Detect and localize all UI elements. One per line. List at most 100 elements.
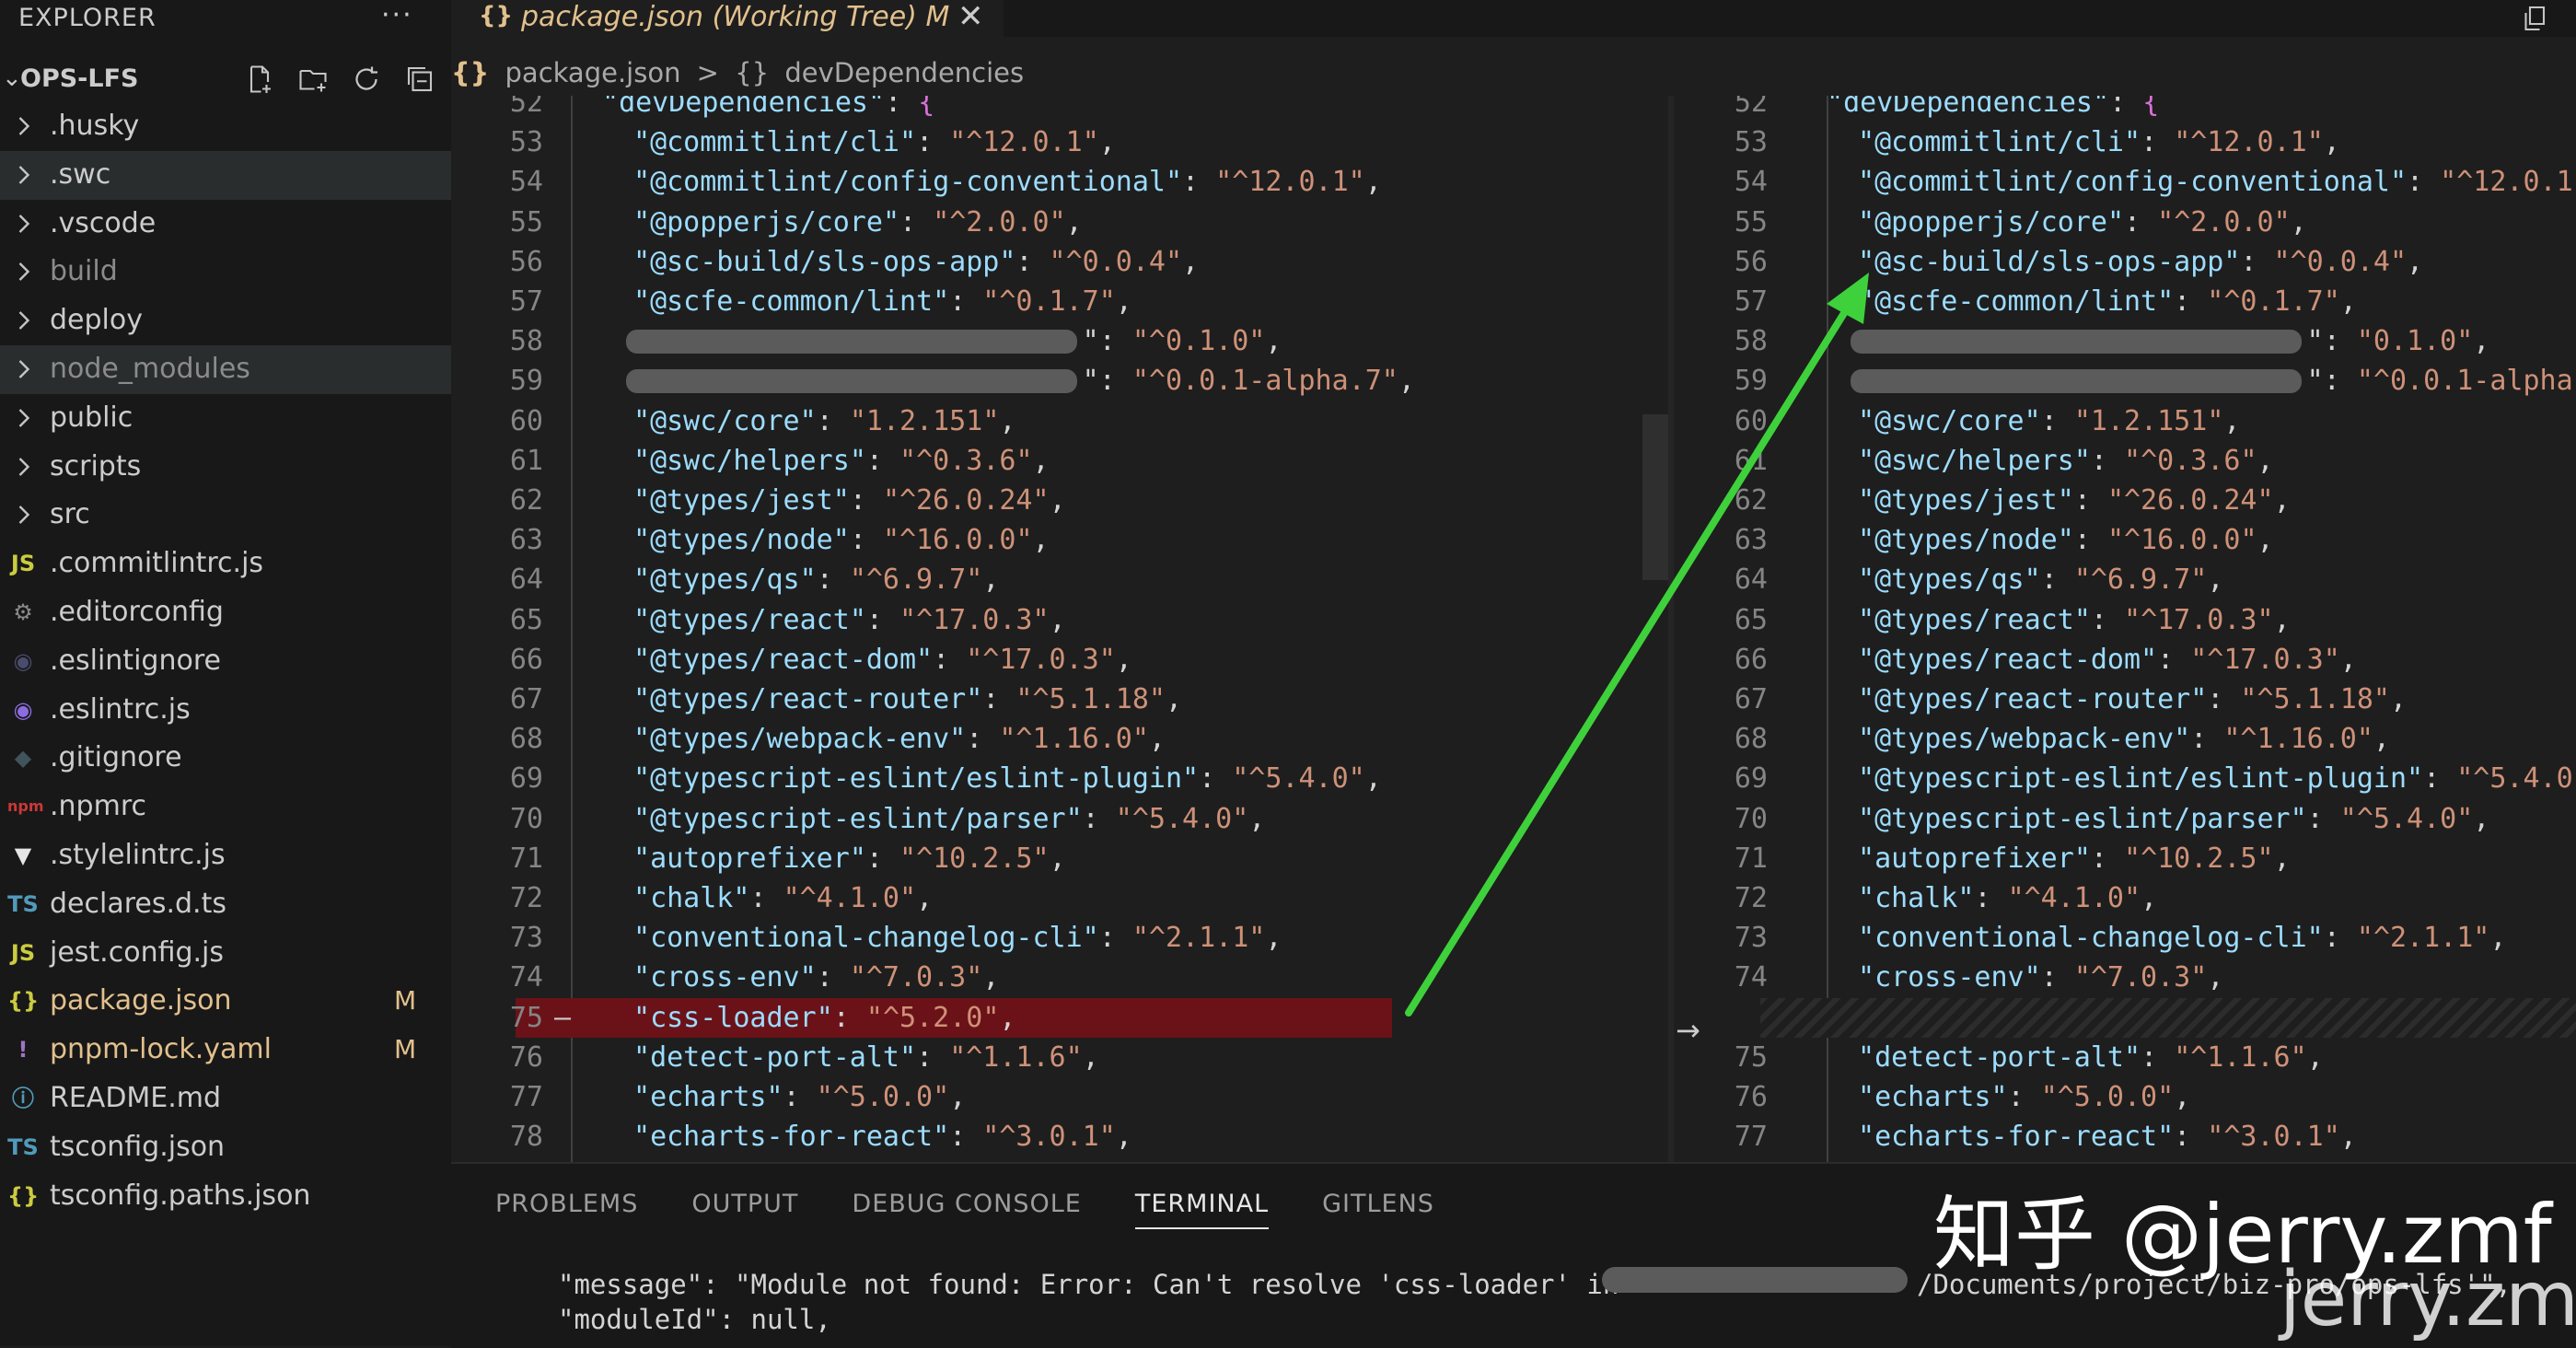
- terminal-output[interactable]: "message": "Module not found: Error: Can…: [558, 1267, 1651, 1337]
- chevron-down-icon: ⌄: [2, 64, 22, 92]
- json-key: @scfe-common/lint: [650, 285, 934, 318]
- code-line: 67 "@types/react-router": "^5.1.18",: [451, 680, 1659, 719]
- editor-scrollbar[interactable]: [1642, 414, 1670, 580]
- json-value: ^26.0.24: [899, 484, 1033, 517]
- new-file-icon[interactable]: [243, 63, 276, 96]
- tree-file[interactable]: {} package.json M: [0, 977, 451, 1026]
- tree-folder[interactable]: public: [0, 394, 451, 443]
- code-line: 56 "@sc-build/sls-ops-app": "^0.0.4",: [451, 242, 1659, 282]
- tree-file[interactable]: ! pnpm-lock.yaml M: [0, 1026, 451, 1075]
- terminal-line: "moduleId": null,: [558, 1304, 831, 1335]
- tree-folder[interactable]: src: [0, 491, 451, 540]
- line-number: 69: [1734, 762, 1768, 796]
- explorer-actions: [243, 63, 436, 96]
- tree-file[interactable]: TS tsconfig.json: [0, 1123, 451, 1172]
- code-line: 59 ": "^0.0.1-alpha.7",: [1676, 361, 2576, 401]
- json-key: cross-env: [1874, 961, 2025, 994]
- code-line: 61 "@swc/helpers": "^0.3.6",: [451, 441, 1659, 481]
- panel-tab-output[interactable]: OUTPUT: [691, 1190, 798, 1229]
- tree-item-label: declares.d.ts: [50, 887, 226, 920]
- code-text: "detect-port-alt": "^1.1.6",: [633, 1040, 1099, 1074]
- tree-item-label: deploy: [50, 304, 143, 337]
- collapse-all-icon[interactable]: [403, 63, 436, 96]
- tree-folder[interactable]: build: [0, 248, 451, 296]
- code-text: "@types/jest": "^26.0.24",: [633, 484, 1066, 517]
- tree-file[interactable]: ◉ .eslintrc.js: [0, 686, 451, 735]
- close-icon[interactable]: ✕: [957, 0, 984, 35]
- json-value: ^0.0.1-alpha.7: [1148, 365, 1382, 398]
- json-value: ^17.0.3: [2207, 643, 2324, 676]
- tree-folder[interactable]: .swc: [0, 150, 451, 200]
- diff-original-editor[interactable]: 52 "devDependencies": {53 "@commitlint/cli…: [451, 96, 1659, 1162]
- line-number: 61: [1734, 444, 1768, 477]
- json-key: @types/webpack-env: [1874, 723, 2175, 756]
- new-folder-icon[interactable]: [296, 63, 330, 96]
- code-text: "conventional-changelog-cli": "^2.1.1",: [633, 922, 1282, 955]
- file-type-icon: ⚙: [13, 598, 33, 625]
- tree-file[interactable]: TS declares.d.ts: [0, 880, 451, 929]
- breadcrumb-file[interactable]: package.json: [505, 57, 681, 88]
- tree-file[interactable]: ▼ .stylelintrc.js: [0, 831, 451, 880]
- json-key: @sc-build/sls-ops-app: [1874, 245, 2224, 278]
- panel-tab-debug-console[interactable]: DEBUG CONSOLE: [852, 1190, 1081, 1229]
- project-header[interactable]: ⌄ OPS-LFS: [0, 59, 451, 99]
- json-key: @commitlint/cli: [650, 126, 899, 159]
- code-text: "@types/node": "^16.0.0",: [1858, 524, 2274, 557]
- json-value: ^12.0.1: [966, 126, 1083, 159]
- json-key: @types/react-router: [650, 683, 967, 715]
- tree-folder[interactable]: scripts: [0, 443, 451, 492]
- tree-file[interactable]: JS .commitlintrc.js: [0, 540, 451, 588]
- revert-change-arrow-icon[interactable]: →: [1676, 1013, 1700, 1048]
- json-value: ^0.1.7: [999, 285, 1099, 318]
- tree-file[interactable]: ◆ .gitignore: [0, 734, 451, 783]
- tree-file[interactable]: ⓘ README.md: [0, 1075, 451, 1123]
- tree-item-label: .gitignore: [50, 741, 182, 774]
- json-value: ^2.0.0: [949, 205, 1050, 238]
- tree-folder[interactable]: .husky: [0, 102, 451, 151]
- panel-tab-terminal[interactable]: TERMINAL: [1134, 1190, 1270, 1229]
- tree-file[interactable]: npm .npmrc: [0, 783, 451, 831]
- tree-file[interactable]: JS jest.config.js: [0, 929, 451, 978]
- code-text: "chalk": "^4.1.0",: [1858, 882, 2158, 914]
- tree-file[interactable]: {} tsconfig.paths.json: [0, 1172, 451, 1221]
- json-value: ^5.4.0: [2473, 762, 2573, 796]
- tree-file[interactable]: ◉ .eslintignore: [0, 637, 451, 686]
- json-value: ^5.4.0: [1131, 802, 1233, 835]
- tab-package-json[interactable]: {} package.json (Working Tree) M ✕: [451, 0, 1004, 37]
- tree-folder[interactable]: .vscode: [0, 200, 451, 249]
- line-number: 62: [1734, 484, 1768, 517]
- json-value: ^5.1.18: [1032, 683, 1149, 715]
- panel-tab-gitlens[interactable]: GITLENS: [1322, 1190, 1434, 1229]
- open-file-icon[interactable]: [2517, 2, 2554, 35]
- tab-label: package.json (Working Tree) M: [521, 1, 950, 33]
- code-text: "echarts": "^5.0.0",: [1858, 1081, 2191, 1113]
- json-key: @popperjs/core: [650, 205, 883, 238]
- json-key: @typescript-eslint/eslint-plugin: [1874, 762, 2408, 796]
- code-line: 61 "@swc/helpers": "^0.3.6",: [1676, 441, 2576, 481]
- explorer-sidebar: EXPLORER ··· ⌄ OPS-LFS .husky .swc .vscode…: [0, 0, 451, 1346]
- explorer-more-button[interactable]: ···: [381, 0, 413, 37]
- tree-folder[interactable]: deploy: [0, 296, 451, 345]
- watermark-secondary: jerry.zmf: [2280, 1256, 2576, 1343]
- breadcrumb-symbol[interactable]: devDependencies: [784, 57, 1024, 88]
- json-value: ^0.3.6: [916, 444, 1016, 477]
- line-number: 61: [509, 444, 543, 477]
- tree-folder[interactable]: node_modules: [0, 344, 451, 394]
- line-number: 72: [509, 882, 543, 914]
- json-file-icon: {}: [451, 57, 490, 88]
- diff-modified-editor[interactable]: 52 "devDependencies": {53 "@commitlint/cli…: [1676, 96, 2576, 1162]
- json-key: css-loader: [650, 1001, 817, 1034]
- json-value: ^5.0.0: [2057, 1081, 2158, 1113]
- refresh-icon[interactable]: [350, 63, 383, 96]
- line-number: 59: [1734, 365, 1768, 398]
- panel-tab-problems[interactable]: PROBLEMS: [495, 1190, 638, 1229]
- line-number: 55: [1734, 205, 1768, 238]
- line-number: 60: [1734, 404, 1768, 437]
- diff-splitter[interactable]: [1668, 96, 1674, 1162]
- json-key: @types/react-dom: [1874, 643, 2141, 676]
- code-text: "@types/node": "^16.0.0",: [633, 524, 1050, 557]
- line-number: 68: [1734, 723, 1768, 756]
- code-text: "@commitlint/config-conventional": "^12.…: [1858, 166, 2576, 199]
- json-file-icon: {}: [479, 2, 514, 29]
- tree-file[interactable]: ⚙ .editorconfig: [0, 588, 451, 637]
